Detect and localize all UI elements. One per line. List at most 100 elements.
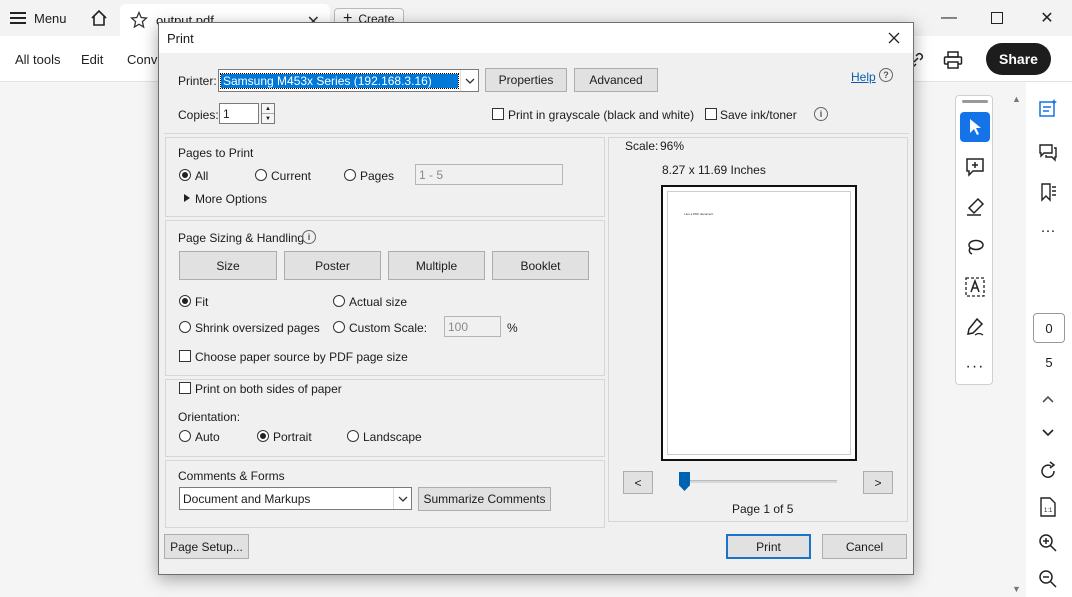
orientation-landscape-radio[interactable] xyxy=(347,430,359,442)
more-panels-button[interactable]: ··· xyxy=(1036,218,1060,242)
all-tools-menu[interactable]: All tools xyxy=(15,52,61,67)
help-link[interactable]: Help xyxy=(851,70,876,84)
current-page-radio[interactable] xyxy=(255,169,267,181)
pages-range-input[interactable]: 1 - 5 xyxy=(415,164,563,185)
grayscale-checkbox[interactable] xyxy=(492,108,504,120)
previous-page-button[interactable] xyxy=(1036,387,1060,411)
preview-next-button[interactable]: > xyxy=(863,471,893,494)
shrink-radio[interactable] xyxy=(179,321,191,333)
next-page-button[interactable] xyxy=(1036,421,1060,445)
both-sides-checkbox[interactable] xyxy=(179,382,191,394)
scrollbar[interactable] xyxy=(1010,90,1024,595)
quick-tools-strip: ··· xyxy=(955,95,993,385)
text-recognition-tool[interactable] xyxy=(960,272,990,302)
preview-prev-button[interactable]: < xyxy=(623,471,653,494)
zoom-out-button[interactable] xyxy=(1036,567,1060,591)
zoom-in-button[interactable] xyxy=(1036,531,1060,555)
drag-handle[interactable] xyxy=(962,100,988,103)
print-dialog: Print Printer: Samsung M453x Series (192… xyxy=(158,22,914,575)
copies-input[interactable]: 1 xyxy=(219,103,259,124)
menu-button[interactable]: Menu xyxy=(10,6,67,30)
custom-scale-radio[interactable] xyxy=(333,321,345,333)
copies-stepper[interactable]: ▲ ▼ xyxy=(261,103,275,124)
custom-scale-input[interactable]: 100 xyxy=(444,316,501,337)
highlight-tool[interactable] xyxy=(960,192,990,222)
all-pages-label: All xyxy=(195,169,209,183)
scroll-down-icon[interactable]: ▼ xyxy=(1012,584,1021,594)
home-button[interactable] xyxy=(86,6,112,30)
select-tool[interactable] xyxy=(960,112,990,142)
spin-down-icon[interactable]: ▼ xyxy=(262,113,274,123)
print-button[interactable]: Print xyxy=(726,534,811,559)
info-icon[interactable]: i xyxy=(302,230,316,244)
divider xyxy=(164,133,909,134)
summarize-comments-button[interactable]: Summarize Comments xyxy=(418,487,551,511)
all-pages-radio[interactable] xyxy=(179,169,191,181)
page-setup-button[interactable]: Page Setup... xyxy=(164,534,249,559)
expand-triangle-icon[interactable] xyxy=(184,194,190,202)
comments-panel-button[interactable] xyxy=(1036,140,1060,164)
orientation-auto-radio[interactable] xyxy=(179,430,191,442)
printer-icon[interactable] xyxy=(942,49,964,71)
dialog-close-button[interactable] xyxy=(883,27,905,49)
dialog-titlebar[interactable]: Print xyxy=(159,23,913,53)
page-number-input[interactable]: 0 xyxy=(1033,313,1065,343)
help-question-icon[interactable]: ? xyxy=(879,68,893,82)
size-tab-button[interactable]: Size xyxy=(179,251,277,280)
paper-source-checkbox[interactable] xyxy=(179,350,191,362)
printer-select[interactable]: Samsung M453x Series (192.168.3.16) xyxy=(218,69,479,92)
orientation-portrait-label: Portrait xyxy=(273,430,312,444)
info-icon[interactable]: i xyxy=(814,107,828,121)
save-ink-checkbox[interactable] xyxy=(705,108,717,120)
scale-label: Scale: xyxy=(625,139,659,153)
paper-size-label: 8.27 x 11.69 Inches xyxy=(662,163,766,177)
highlighter-icon xyxy=(967,197,985,216)
more-options-toggle[interactable]: More Options xyxy=(195,192,267,206)
multiple-tab-button[interactable]: Multiple xyxy=(388,251,485,280)
preview-page-text: I am a PDF document xyxy=(684,212,714,216)
chevron-down-icon xyxy=(460,70,478,91)
orientation-landscape-label: Landscape xyxy=(363,430,422,444)
spin-up-icon[interactable]: ▲ xyxy=(262,104,274,113)
pen-sign-icon xyxy=(967,317,984,336)
actual-size-label: Actual size xyxy=(349,295,408,309)
comment-add-icon xyxy=(966,158,984,177)
scroll-up-icon[interactable]: ▲ xyxy=(1012,94,1021,104)
more-tools-button[interactable]: ··· xyxy=(960,352,990,382)
booklet-tab-button[interactable]: Booklet xyxy=(492,251,589,280)
window-close-button[interactable]: ✕ xyxy=(1032,6,1062,30)
svg-text:1:1: 1:1 xyxy=(1044,508,1053,514)
fit-radio[interactable] xyxy=(179,295,191,307)
scale-value: 96% xyxy=(660,139,685,153)
paper-source-label: Choose paper source by PDF page size xyxy=(195,350,408,364)
cancel-button[interactable]: Cancel xyxy=(822,534,907,559)
zoom-out-icon xyxy=(1039,570,1057,588)
orientation-portrait-radio[interactable] xyxy=(257,430,269,442)
draw-tool[interactable] xyxy=(960,232,990,262)
minimize-button[interactable]: — xyxy=(934,6,964,30)
poster-tab-button[interactable]: Poster xyxy=(284,251,381,280)
advanced-button[interactable]: Advanced xyxy=(574,68,658,92)
grayscale-label: Print in grayscale (black and white) xyxy=(508,108,695,122)
print-preview-page: I am a PDF document xyxy=(661,185,857,461)
actual-size-button[interactable]: 1:1 xyxy=(1036,495,1060,519)
maximize-icon xyxy=(991,12,1003,24)
preview-page-slider[interactable] xyxy=(679,480,837,483)
rotate-button[interactable] xyxy=(1036,459,1060,483)
edit-menu[interactable]: Edit xyxy=(81,52,103,67)
comments-forms-select[interactable]: Document and Markups xyxy=(179,487,412,510)
pages-range-radio[interactable] xyxy=(344,169,356,181)
window-close-icon: ✕ xyxy=(1040,10,1054,27)
maximize-button[interactable] xyxy=(982,6,1012,30)
bookmarks-panel-button[interactable] xyxy=(1036,180,1060,204)
sign-tool[interactable] xyxy=(960,312,990,342)
share-button[interactable]: Share xyxy=(986,43,1051,75)
star-icon[interactable] xyxy=(130,11,148,29)
add-comment-tool[interactable] xyxy=(960,152,990,182)
properties-button[interactable]: Properties xyxy=(485,68,567,92)
shrink-label: Shrink oversized pages xyxy=(195,321,320,335)
comments-forms-value: Document and Markups xyxy=(183,491,311,506)
ai-assistant-button[interactable] xyxy=(1036,96,1060,120)
minimize-icon: — xyxy=(941,9,957,26)
actual-size-radio[interactable] xyxy=(333,295,345,307)
